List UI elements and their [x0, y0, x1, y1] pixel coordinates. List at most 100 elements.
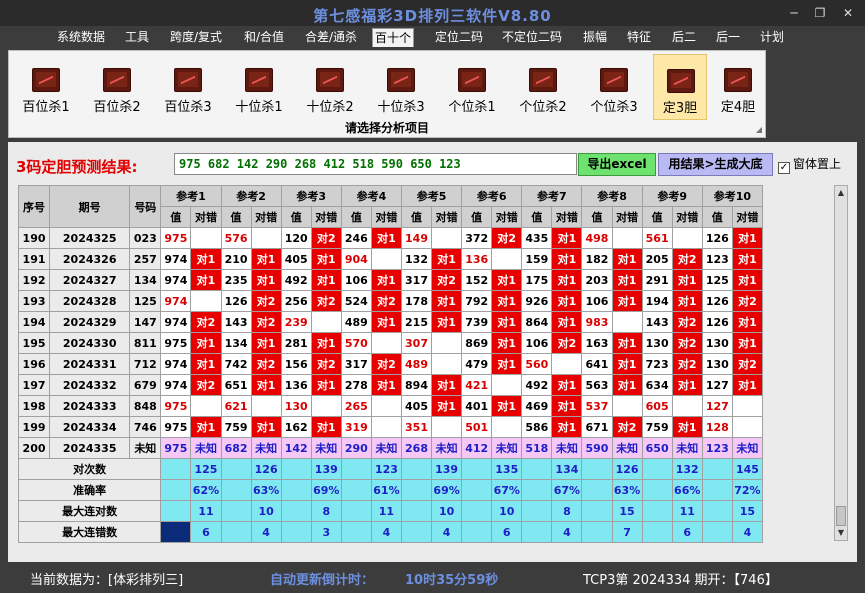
ribbon-button-7[interactable]: 个位杀2 — [511, 54, 575, 120]
ref-value: 560 — [521, 353, 553, 375]
ribbon-button-2[interactable]: 百位杀3 — [156, 54, 220, 120]
ref-value: 561 — [641, 227, 673, 249]
col-header-issue: 期号 — [49, 185, 131, 228]
table-row: 191 2024326 257 974 对1 210 对1 405 对1 904 132 对1 136 1… — [17, 248, 764, 270]
scroll-thumb[interactable] — [836, 506, 846, 526]
ref-value: 106 — [340, 269, 372, 291]
result-field[interactable]: 975 682 142 290 268 412 518 590 650 123 — [174, 153, 577, 175]
maximize-icon[interactable]: ❐ — [810, 6, 830, 20]
stats-blank — [461, 500, 493, 522]
scroll-down-icon[interactable]: ▼ — [835, 526, 847, 540]
subheader-result: 对错 — [611, 206, 643, 228]
ribbon-button-label: 个位杀2 — [519, 100, 567, 115]
ref-result — [370, 395, 402, 417]
ref-result — [491, 416, 523, 438]
ribbon-button-10[interactable]: 定4胆 — [711, 54, 765, 120]
stats-value: 6 — [671, 521, 703, 543]
menu-item-6[interactable]: 定位二码 — [432, 28, 486, 47]
close-icon[interactable]: ✕ — [838, 6, 858, 20]
forecast-result: 未知 — [491, 437, 523, 459]
menu-item-9[interactable]: 特征 — [624, 28, 654, 47]
ref-result: 对1 — [671, 374, 703, 396]
stats-blank — [160, 479, 192, 501]
ribbon-button-8[interactable]: 个位杀3 — [582, 54, 646, 120]
row-seq: 197 — [17, 374, 51, 396]
col-header-ref: 参考10 — [701, 185, 764, 207]
stats-blank — [400, 500, 433, 522]
forecast-value: 682 — [220, 437, 252, 459]
ref-result: 对1 — [370, 227, 402, 249]
stats-value: 6 — [190, 521, 222, 543]
menu-item-5[interactable]: 百十个 — [372, 28, 414, 47]
ref-result: 对1 — [310, 248, 342, 270]
ribbon-button-1[interactable]: 百位杀2 — [85, 54, 149, 120]
ref-value: 576 — [220, 227, 252, 249]
subheader-result: 对错 — [731, 206, 764, 228]
scroll-up-icon[interactable]: ▲ — [835, 186, 847, 200]
ref-result: 对1 — [491, 395, 523, 417]
subheader-result: 对错 — [431, 206, 463, 228]
subheader-result: 对错 — [370, 206, 402, 228]
ref-result: 对2 — [370, 290, 402, 312]
vertical-scrollbar[interactable]: ▲ ▼ — [834, 185, 848, 541]
topmost-checkbox[interactable]: ✓ 窗体置上 — [778, 155, 841, 174]
minimize-icon[interactable]: ─ — [784, 6, 804, 20]
ref-value: 759 — [641, 416, 673, 438]
menu-item-0[interactable]: 系统数据 — [55, 28, 107, 47]
ref-value: 134 — [220, 332, 252, 354]
ref-result — [310, 395, 342, 417]
ref-result: 对1 — [551, 290, 583, 312]
ref-value: 265 — [340, 395, 372, 417]
chart-icon — [32, 68, 60, 92]
ribbon-button-3[interactable]: 十位杀1 — [227, 54, 291, 120]
stats-row: 准确率 62% 63% 69% 61% 69% 67% 67% 63% 66% 72% — [17, 479, 764, 501]
ribbon-button-label: 定3胆 — [662, 101, 698, 116]
ribbon-button-9[interactable]: 定3胆 — [653, 54, 707, 120]
ref-result: 对1 — [551, 311, 583, 333]
stats-blank — [220, 521, 252, 543]
checkbox-icon[interactable]: ✓ — [778, 162, 790, 174]
ribbon-button-5[interactable]: 十位杀3 — [369, 54, 433, 120]
stats-value: 11 — [370, 500, 402, 522]
stats-blank — [641, 458, 673, 480]
row-issue: 2024327 — [49, 269, 131, 291]
ribbon-button-4[interactable]: 十位杀2 — [298, 54, 362, 120]
chart-icon — [529, 68, 557, 92]
stats-value: 69% — [310, 479, 342, 501]
menu-item-12[interactable]: 计划 — [757, 28, 787, 47]
stats-blank — [400, 479, 433, 501]
ref-value: 421 — [461, 374, 493, 396]
ref-result: 对1 — [611, 248, 643, 270]
stats-value: 61% — [370, 479, 402, 501]
menu-item-2[interactable]: 跨度/复式 — [167, 28, 225, 47]
stats-blank — [220, 500, 252, 522]
ref-value: 215 — [400, 311, 433, 333]
stats-label: 准确率 — [17, 479, 162, 501]
export-excel-button[interactable]: 导出excel — [578, 153, 656, 176]
ref-result: 对1 — [611, 374, 643, 396]
ref-value: 904 — [340, 248, 372, 270]
menu-item-11[interactable]: 后一 — [713, 28, 743, 47]
menu-item-7[interactable]: 不定位二码 — [500, 28, 564, 47]
ref-value: 605 — [641, 395, 673, 417]
ribbon-button-0[interactable]: 百位杀1 — [14, 54, 78, 120]
menu-item-3[interactable]: 和/合值 — [241, 28, 287, 47]
ref-value: 570 — [340, 332, 372, 354]
menu-item-8[interactable]: 振幅 — [580, 28, 610, 47]
ribbon-button-6[interactable]: 个位杀1 — [440, 54, 504, 120]
menu-item-1[interactable]: 工具 — [122, 28, 152, 47]
stats-blank — [701, 500, 733, 522]
dialog-launcher-icon[interactable]: ◢ — [756, 125, 762, 134]
ref-value: 501 — [461, 416, 493, 438]
row-issue: 2024325 — [49, 227, 131, 249]
ref-result: 对1 — [250, 269, 282, 291]
menu-item-4[interactable]: 合差/通杀 — [301, 28, 361, 47]
ref-value: 974 — [160, 269, 192, 291]
menu-item-10[interactable]: 后二 — [669, 28, 699, 47]
ref-result: 对1 — [611, 290, 643, 312]
row-seq: 191 — [17, 248, 51, 270]
forecast-value: 975 — [160, 437, 192, 459]
table-row: 198 2024333 848 975 621 130 265 405 对1 401 对1 469 对1… — [17, 395, 764, 417]
ref-value: 926 — [521, 290, 553, 312]
generate-base-button[interactable]: 用结果>生成大底 — [658, 153, 773, 176]
